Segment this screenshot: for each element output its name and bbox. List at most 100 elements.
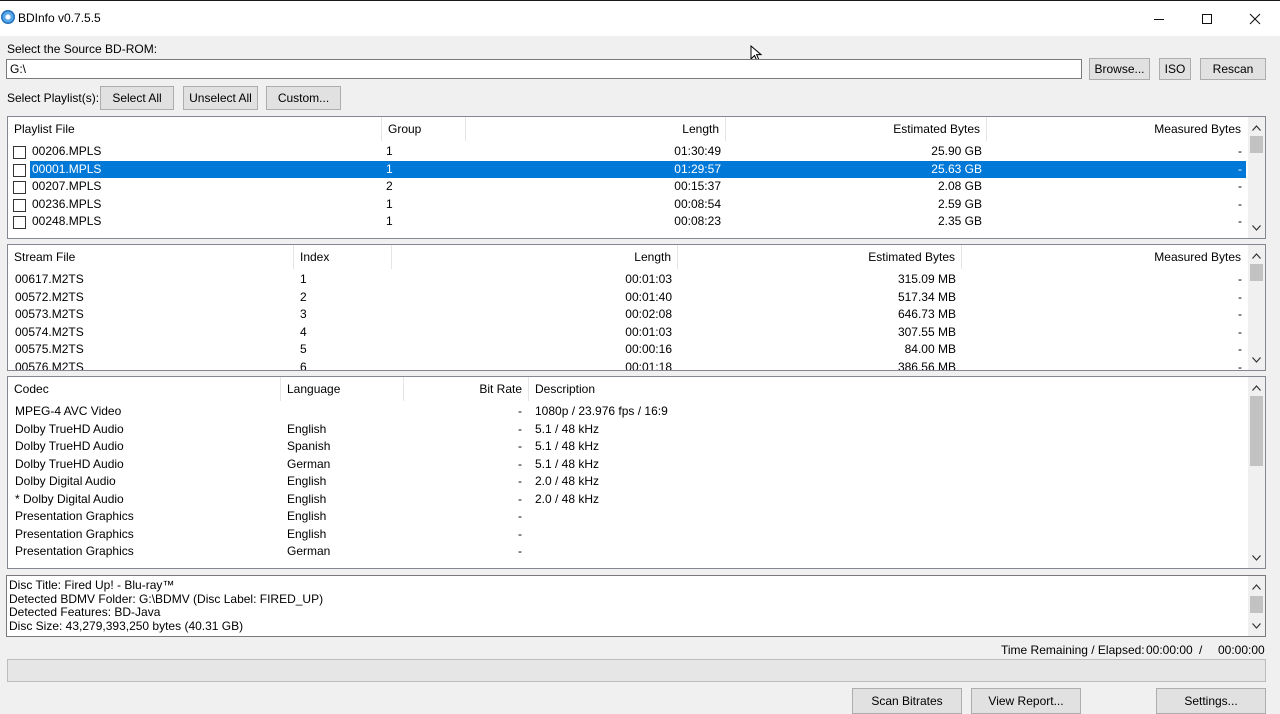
stream-length-cell: 00:01:40: [625, 289, 672, 304]
playlist-row[interactable]: 00207.MPLS 2 00:15:37 2.08 GB -: [8, 178, 1248, 196]
col-stream-estimated[interactable]: Estimated Bytes: [678, 245, 962, 269]
scroll-down-icon[interactable]: [1248, 351, 1265, 368]
iso-button[interactable]: ISO: [1159, 58, 1191, 80]
codec-description-cell: 5.1 / 48 kHz: [535, 439, 600, 453]
col-bit-rate[interactable]: Bit Rate: [404, 377, 529, 401]
maximize-button[interactable]: [1184, 2, 1230, 36]
info-scrollbar[interactable]: [1248, 576, 1265, 636]
col-measured-bytes[interactable]: Measured Bytes: [987, 117, 1247, 141]
stream-scrollbar[interactable]: [1248, 245, 1265, 370]
scroll-down-icon[interactable]: [1248, 617, 1265, 634]
codec-row[interactable]: Dolby TrueHD Audio German -5.1 / 48 kHz: [8, 456, 1248, 474]
codec-row[interactable]: Dolby TrueHD Audio Spanish -5.1 / 48 kHz: [8, 438, 1248, 456]
scroll-up-icon[interactable]: [1248, 578, 1265, 595]
col-stream-file[interactable]: Stream File: [8, 245, 294, 269]
col-language[interactable]: Language: [281, 377, 404, 401]
playlist-group-cell: 1: [386, 214, 393, 228]
codec-description-cell: 2.0 / 48 kHz: [535, 491, 600, 506]
col-estimated-bytes[interactable]: Estimated Bytes: [726, 117, 987, 141]
stream-row[interactable]: 00573.M2TS 3 00:02:08 646.73 MB -: [8, 306, 1248, 324]
col-length[interactable]: Length: [466, 117, 726, 141]
codec-row[interactable]: Presentation Graphics German -: [8, 543, 1248, 561]
scroll-thumb[interactable]: [1250, 396, 1263, 466]
codec-listview[interactable]: Codec Language Bit Rate Description MPEG…: [7, 376, 1266, 569]
col-codec[interactable]: Codec: [8, 377, 281, 401]
close-button[interactable]: [1232, 2, 1278, 36]
playlist-length-cell: 00:08:54: [674, 196, 721, 211]
scroll-thumb[interactable]: [1250, 136, 1263, 153]
scroll-up-icon[interactable]: [1248, 119, 1265, 136]
playlist-estimated-cell: 25.63 GB: [931, 161, 982, 176]
playlist-row[interactable]: 00001.MPLS 1 01:29:57 25.63 GB -: [8, 160, 1248, 178]
unselect-all-button[interactable]: Unselect All: [183, 86, 258, 110]
playlist-checkbox[interactable]: [13, 198, 26, 212]
codec-row[interactable]: Dolby TrueHD Audio English -5.1 / 48 kHz: [8, 421, 1248, 439]
stream-header: Stream File Index Length Estimated Bytes…: [8, 245, 1248, 269]
time-remaining-value: 00:00:00: [1146, 643, 1193, 657]
playlist-length-cell: 01:30:49: [674, 144, 721, 158]
scroll-thumb[interactable]: [1250, 596, 1263, 613]
scroll-thumb[interactable]: [1250, 264, 1263, 281]
col-group[interactable]: Group: [382, 117, 466, 141]
scan-bitrates-button[interactable]: Scan Bitrates: [852, 688, 962, 714]
codec-scrollbar[interactable]: [1248, 377, 1265, 568]
stream-length-cell: 00:00:16: [625, 342, 672, 356]
codec-language-cell: English: [287, 474, 327, 488]
stream-measured-cell: -: [1238, 324, 1242, 339]
scroll-up-icon[interactable]: [1248, 247, 1265, 264]
codec-row[interactable]: Dolby Digital Audio English -2.0 / 48 kHz: [8, 473, 1248, 491]
stream-row[interactable]: 00572.M2TS 2 00:01:40 517.34 MB -: [8, 289, 1248, 307]
playlist-checkbox[interactable]: [13, 163, 26, 177]
stream-measured-cell: -: [1238, 307, 1242, 321]
view-report-button[interactable]: View Report...: [971, 688, 1081, 714]
stream-file-cell: 00575.M2TS: [15, 342, 84, 356]
select-all-button[interactable]: Select All: [100, 86, 174, 110]
codec-row[interactable]: Presentation Graphics English -: [8, 508, 1248, 526]
codec-language-cell: German: [287, 544, 331, 558]
col-stream-measured[interactable]: Measured Bytes: [962, 245, 1247, 269]
playlist-checkbox[interactable]: [13, 146, 26, 159]
stream-index-cell: 4: [300, 324, 307, 339]
col-stream-length[interactable]: Length: [392, 245, 678, 269]
codec-row[interactable]: MPEG-4 AVC Video -1080p / 23.976 fps / 16…: [8, 403, 1248, 421]
time-separator: /: [1199, 643, 1203, 657]
codec-row[interactable]: Presentation Graphics English -: [8, 526, 1248, 544]
custom-button[interactable]: Custom...: [266, 86, 341, 110]
col-index[interactable]: Index: [294, 245, 392, 269]
scroll-up-icon[interactable]: [1248, 379, 1265, 396]
rescan-button[interactable]: Rescan: [1200, 58, 1266, 80]
stream-row[interactable]: 00575.M2TS 5 00:00:16 84.00 MB -: [8, 341, 1248, 359]
stream-index-cell: 1: [300, 272, 307, 286]
stream-row[interactable]: 00574.M2TS 4 00:01:03 307.55 MB -: [8, 324, 1248, 342]
codec-row[interactable]: * Dolby Digital Audio English -2.0 / 48 kH…: [8, 491, 1248, 509]
playlist-scrollbar[interactable]: [1248, 117, 1265, 238]
col-playlist-file[interactable]: Playlist File: [8, 117, 382, 141]
playlist-checkbox[interactable]: [13, 216, 26, 229]
stream-length-cell: 00:02:08: [625, 307, 672, 321]
scroll-down-icon[interactable]: [1248, 219, 1265, 236]
playlist-listview[interactable]: Playlist File Group Length Estimated Byt…: [7, 116, 1266, 239]
stream-estimated-cell: 386.56 MB: [897, 359, 956, 371]
codec-name-cell: * Dolby Digital Audio: [15, 491, 124, 506]
playlist-group-cell: 2: [386, 179, 393, 193]
stream-listview[interactable]: Stream File Index Length Estimated Bytes…: [7, 244, 1266, 371]
playlist-checkbox[interactable]: [13, 181, 26, 194]
scroll-down-icon[interactable]: [1248, 549, 1265, 566]
minimize-button[interactable]: [1136, 2, 1182, 36]
playlist-row[interactable]: 00248.MPLS 1 00:08:23 2.35 GB -: [8, 213, 1248, 231]
playlist-row[interactable]: 00236.MPLS 1 00:08:54 2.59 GB -: [8, 196, 1248, 214]
minimize-icon: [1154, 19, 1164, 20]
codec-language-cell: English: [287, 526, 327, 541]
codec-bitrate-cell: -: [518, 439, 522, 453]
select-playlists-label: Select Playlist(s):: [7, 91, 100, 105]
col-description[interactable]: Description: [529, 377, 829, 401]
stream-row[interactable]: 00576.M2TS 6 00:01:18 386.56 MB -: [8, 359, 1248, 371]
source-path-input[interactable]: [6, 59, 1082, 79]
disc-info-textbox[interactable]: Disc Title: Fired Up! - Blu-ray™ Detecte…: [6, 575, 1266, 637]
stream-row[interactable]: 00617.M2TS 1 00:01:03 315.09 MB -: [8, 271, 1248, 289]
playlist-estimated-cell: 2.59 GB: [937, 196, 982, 211]
playlist-row[interactable]: 00206.MPLS 1 01:30:49 25.90 GB -: [8, 143, 1248, 161]
browse-button[interactable]: Browse...: [1089, 58, 1150, 80]
settings-button[interactable]: Settings...: [1156, 688, 1266, 714]
stream-estimated-cell: 307.55 MB: [897, 324, 956, 339]
